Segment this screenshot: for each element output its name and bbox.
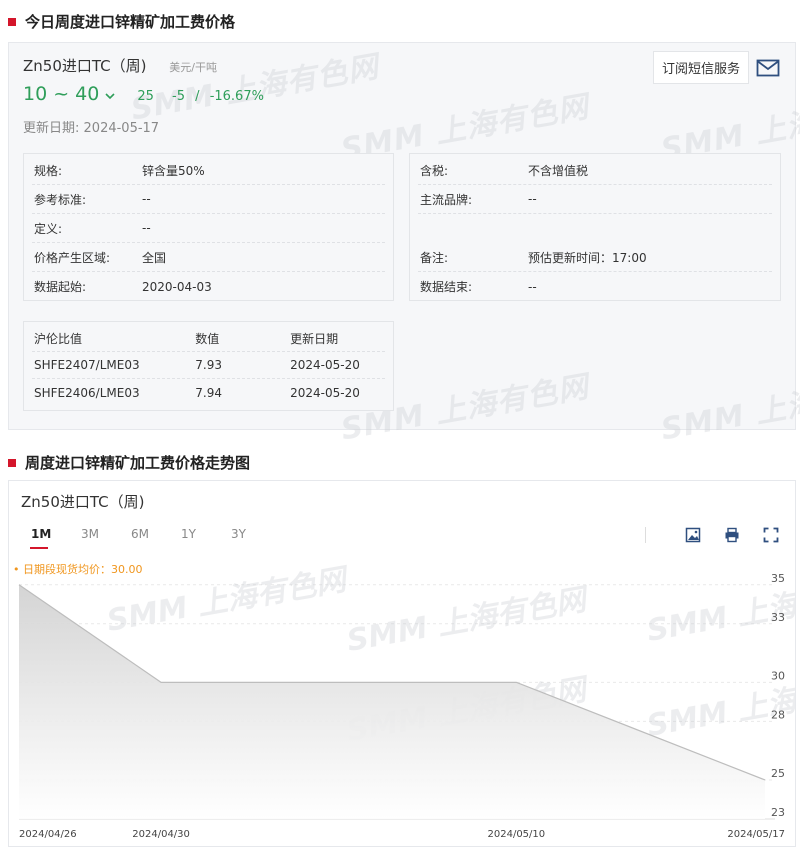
ratio-table: 沪伦比值 数值 更新日期 SHFE2407/LME03 7.93 2024-05-20 … xyxy=(23,321,394,411)
chart-panel: Zn50进口TC（周) 1M 3M 6M 1Y 3Y • 日期段现货均价：30.… xyxy=(8,480,796,847)
y-tick-label: 23 xyxy=(771,806,785,819)
section-title: 今日周度进口锌精矿加工费价格 xyxy=(25,13,236,31)
spec-row xyxy=(418,214,772,243)
spec-row: 定义: -- xyxy=(32,214,385,243)
section-marker xyxy=(8,458,16,467)
table-row: SHFE2406/LME03 7.94 2024-05-20 xyxy=(34,385,360,400)
x-tick-label: 2024/04/30 xyxy=(132,829,190,840)
table-row: SHFE2407/LME03 7.93 2024-05-20 xyxy=(32,352,385,379)
price-trend-chart: SMM 上海有色网SMM 上海有色网SMM 上海有色网SMM 上海有色网SMM … xyxy=(18,562,795,840)
subscribe-sms[interactable]: 订阅短信服务 xyxy=(652,51,787,84)
mid-price: 25 xyxy=(137,89,154,104)
spec-row: 规格: 锌含量50% xyxy=(32,156,385,185)
update-date: 更新日期: 2024-05-17 xyxy=(23,121,160,136)
spec-row: 数据结束: -- xyxy=(420,279,537,295)
subscribe-button[interactable]: 订阅短信服务 xyxy=(652,51,749,84)
y-tick-label: 25 xyxy=(771,767,785,780)
x-tick-label: 2024/05/10 xyxy=(488,829,546,840)
price-change: 25 -5 / -16.67% xyxy=(137,89,278,104)
watermark: SMM 上海有色网 xyxy=(658,369,800,448)
spec-row: 数据起始: 2020-04-03 xyxy=(34,279,212,295)
y-tick-label: 35 xyxy=(771,572,785,585)
product-unit: 美元/干吨 xyxy=(169,61,217,74)
x-tick-label: 2024/05/17 xyxy=(727,829,785,840)
section-title: 周度进口锌精矿加工费价格走势图 xyxy=(25,454,251,472)
section-marker xyxy=(8,17,16,26)
down-arrow-icon xyxy=(105,89,115,103)
spec-row: 备注: 预估更新时间：17:00 xyxy=(418,243,772,272)
change-percent: -16.67% xyxy=(209,89,264,104)
price-panel: SMM 上海有色网 SMM 上海有色网 SMM 上海有色网 SMM 上海有色网 … xyxy=(8,42,800,447)
spec-row: 价格产生区域: 全国 xyxy=(32,243,385,272)
specs-right: 含税: 不含增值税 主流品牌: -- 备注: 预估更新时间：17:00 数据结束: -- xyxy=(409,153,781,301)
product-name: Zn50进口TC（周) xyxy=(23,57,147,75)
section-heading-chart: 周度进口锌精矿加工费价格走势图 xyxy=(8,452,250,473)
watermark: SMM 上海有色网 xyxy=(344,582,592,659)
spec-row: 含税: 不含增值税 xyxy=(418,156,772,185)
price-range: 10 ~ 40 xyxy=(23,83,100,105)
mail-icon[interactable] xyxy=(749,53,787,83)
watermark: SMM 上海有色网 xyxy=(104,562,352,639)
y-tick-label: 28 xyxy=(771,708,785,721)
price-row: 10 ~ 40 25 -5 / -16.67% xyxy=(23,83,278,105)
y-tick-label: 30 xyxy=(771,669,785,682)
table-header: 沪伦比值 数值 更新日期 xyxy=(32,325,385,352)
change-separator: / xyxy=(195,89,200,104)
product-title-row: Zn50进口TC（周) 美元/干吨 xyxy=(23,55,217,76)
spec-row: 主流品牌: -- xyxy=(418,185,772,214)
spec-row: 参考标准: -- xyxy=(32,185,385,214)
specs-left: 规格: 锌含量50% 参考标准: -- 定义: -- 价格产生区域: 全国 数据起始: 2… xyxy=(23,153,394,301)
x-tick-label: 2024/04/26 xyxy=(19,829,77,840)
section-heading-price: 今日周度进口锌精矿加工费价格 xyxy=(8,11,235,32)
change-value: -5 xyxy=(172,89,186,104)
y-tick-label: 33 xyxy=(771,611,785,624)
